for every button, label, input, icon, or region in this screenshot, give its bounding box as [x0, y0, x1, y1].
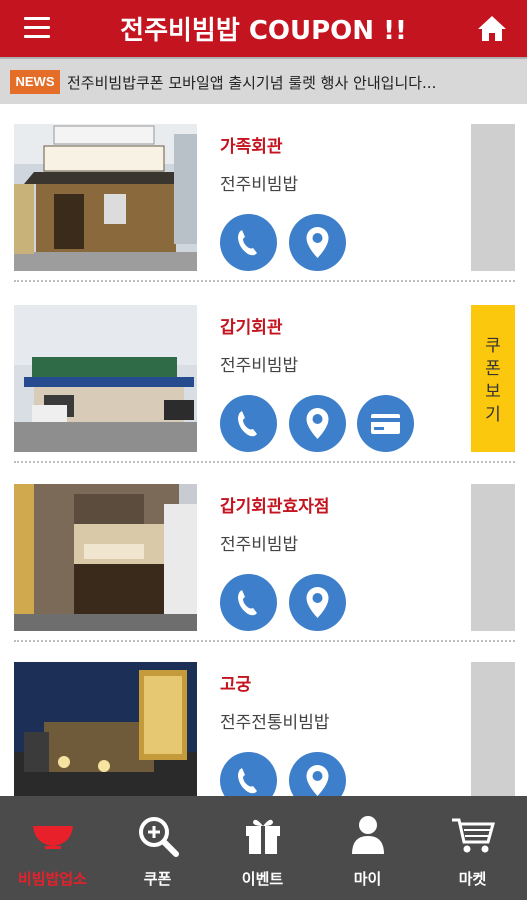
zoom-in-icon	[105, 814, 210, 860]
store-list[interactable]: 가족회관 전주비빔밥 갑기회관 전주비빔밥 쿠 폰 보 기 갑기회관효자점 전주…	[0, 104, 527, 796]
tab-coupon[interactable]: 쿠폰	[105, 796, 210, 900]
store-photo[interactable]	[14, 124, 197, 271]
store-name[interactable]: 고궁	[220, 670, 251, 695]
list-item[interactable]: 갑기회관 전주비빔밥 쿠 폰 보 기	[0, 285, 527, 463]
map-pin-icon[interactable]	[289, 574, 346, 631]
tab-label: 이벤트	[241, 870, 284, 888]
coupon-view-label: 쿠 폰 보 기	[471, 335, 515, 427]
side-strip	[471, 662, 515, 796]
tab-event[interactable]: 이벤트	[210, 796, 315, 900]
phone-icon[interactable]	[220, 214, 277, 271]
tab-market[interactable]: 마켓	[420, 796, 525, 900]
home-icon[interactable]	[477, 14, 507, 42]
tab-bibimbap-stores[interactable]: 비빔밥업소	[0, 796, 105, 900]
app-title: 전주비빔밥 COUPON !!	[120, 16, 407, 46]
tab-label: 마켓	[458, 870, 487, 888]
list-item[interactable]: 고궁 전주전통비빔밥	[0, 642, 527, 796]
phone-icon[interactable]	[220, 574, 277, 631]
news-text[interactable]: 전주비빔밥쿠폰 모바일앱 출시기념 룰렛 행사 안내입니다...	[67, 72, 507, 93]
app-header: 전주비빔밥 COUPON !!	[0, 0, 527, 57]
store-category: 전주비빔밥	[220, 356, 299, 376]
tab-my[interactable]: 마이	[315, 796, 420, 900]
coupon-view-button[interactable]: 쿠 폰 보 기	[471, 305, 515, 452]
map-pin-icon[interactable]	[289, 752, 346, 796]
store-category: 전주전통비빔밥	[220, 713, 330, 733]
card-icon[interactable]	[357, 395, 414, 452]
store-category: 전주비빔밥	[220, 535, 299, 555]
coupon-char: 폰	[485, 359, 501, 379]
tab-label: 비빔밥업소	[17, 870, 87, 888]
coupon-char: 기	[485, 405, 501, 425]
list-item[interactable]: 가족회관 전주비빔밥	[0, 104, 527, 282]
tab-label: 마이	[353, 870, 382, 888]
phone-icon[interactable]	[220, 752, 277, 796]
side-strip	[471, 484, 515, 631]
store-photo[interactable]	[14, 662, 197, 796]
store-name[interactable]: 갑기회관	[220, 313, 283, 338]
news-bar[interactable]: NEWS 전주비빔밥쿠폰 모바일앱 출시기념 룰렛 행사 안내입니다...	[0, 57, 527, 104]
divider	[14, 280, 515, 282]
news-badge: NEWS	[10, 70, 60, 94]
gift-icon	[210, 814, 315, 860]
store-photo[interactable]	[14, 305, 197, 452]
map-pin-icon[interactable]	[289, 214, 346, 271]
side-strip	[471, 124, 515, 271]
store-name[interactable]: 가족회관	[220, 132, 283, 157]
store-photo[interactable]	[14, 484, 197, 631]
coupon-char: 쿠	[485, 336, 501, 356]
bottom-tab-bar: 비빔밥업소 쿠폰 이벤트 마이 마켓	[0, 796, 527, 900]
cart-icon	[420, 814, 525, 860]
map-pin-icon[interactable]	[289, 395, 346, 452]
coupon-char: 보	[485, 382, 501, 402]
person-icon	[315, 814, 420, 860]
divider	[14, 461, 515, 463]
store-category: 전주비빔밥	[220, 175, 299, 195]
phone-icon[interactable]	[220, 395, 277, 452]
list-item[interactable]: 갑기회관효자점 전주비빔밥	[0, 464, 527, 642]
store-name[interactable]: 갑기회관효자점	[220, 492, 329, 517]
tab-label: 쿠폰	[143, 870, 172, 888]
bowl-icon	[0, 814, 105, 860]
